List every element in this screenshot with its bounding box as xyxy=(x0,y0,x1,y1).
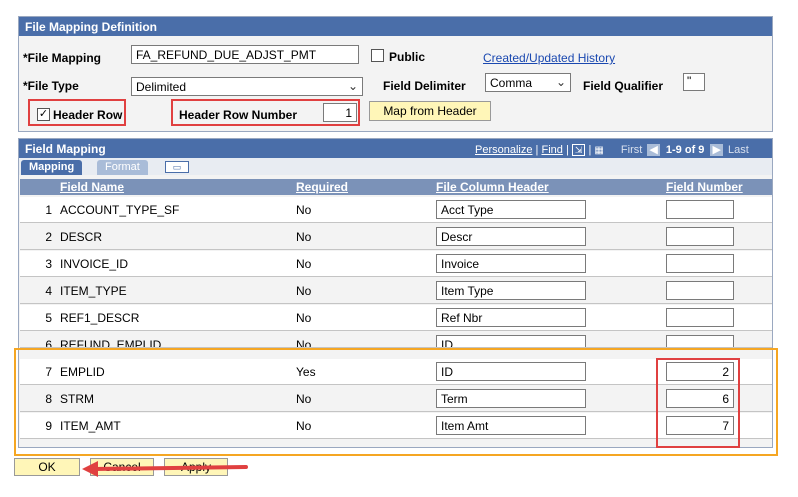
file-type-label: *File Type xyxy=(23,79,79,93)
row-number: 1 xyxy=(45,203,52,217)
file-column-header-input[interactable]: ID xyxy=(436,335,586,347)
field-name: REFUND_EMPLID xyxy=(60,338,162,348)
field-name: ITEM_TYPE xyxy=(60,284,127,298)
table-row: 3 INVOICE_ID No Invoice xyxy=(20,251,772,277)
annotation-header-row-box xyxy=(28,99,126,126)
column-header-field-name[interactable]: Field Name xyxy=(60,180,124,194)
field-number-input[interactable] xyxy=(666,335,734,347)
column-header-required[interactable]: Required xyxy=(296,180,348,194)
grid-toolbar: Personalize | Find | ⇲ | ▦ First ◀ 1-9 o… xyxy=(475,144,749,156)
row-number: 5 xyxy=(45,311,52,325)
table-row: 6 REFUND_EMPLID No ID xyxy=(20,332,772,348)
tab-mapping[interactable]: Mapping xyxy=(21,160,83,175)
personalize-link[interactable]: Personalize xyxy=(475,144,532,156)
tab-bar: Mapping Format ▭ xyxy=(19,158,772,175)
field-number-input[interactable] xyxy=(666,254,734,273)
public-label: Public xyxy=(389,50,426,64)
required-value: No xyxy=(296,203,312,217)
annotation-header-row-number-box xyxy=(171,99,360,126)
required-value: No xyxy=(296,311,312,325)
column-header-row: Field Name Required File Column Header F… xyxy=(20,179,772,195)
annotation-arrow-icon xyxy=(82,461,248,477)
file-column-header-input[interactable]: Item Type xyxy=(436,281,586,300)
file-mapping-definition-title: File Mapping Definition xyxy=(19,17,772,36)
view-all-icon[interactable]: ⇲ xyxy=(571,144,586,156)
public-checkbox[interactable] xyxy=(371,49,384,62)
field-name: ACCOUNT_TYPE_SF xyxy=(60,203,180,217)
required-value: No xyxy=(296,230,312,244)
field-qualifier-input[interactable]: " xyxy=(683,73,705,91)
file-column-header-input[interactable]: Ref Nbr xyxy=(436,308,586,327)
field-delimiter-label: Field Delimiter xyxy=(383,79,466,93)
chevron-down-icon: ⌄ xyxy=(555,75,566,89)
field-name: REF1_DESCR xyxy=(60,311,140,325)
required-value: No xyxy=(296,257,312,271)
column-header-file-column-header[interactable]: File Column Header xyxy=(436,180,549,194)
ok-button[interactable]: OK xyxy=(14,458,80,476)
field-mapping-header: Field Mapping Personalize | Find | ⇲ | ▦… xyxy=(19,139,772,158)
previous-arrow-icon[interactable]: ◀ xyxy=(647,144,660,156)
field-number-input[interactable] xyxy=(666,227,734,246)
required-value: No xyxy=(296,284,312,298)
field-name: DESCR xyxy=(60,230,103,244)
file-column-header-input[interactable]: Acct Type xyxy=(436,200,586,219)
file-mapping-label: *File Mapping xyxy=(23,51,101,65)
row-range-label: 1-9 of 9 xyxy=(665,144,705,156)
column-header-field-number[interactable]: Field Number xyxy=(666,180,743,194)
row-number: 4 xyxy=(45,284,52,298)
show-all-columns-icon[interactable]: ▭ xyxy=(165,161,189,173)
file-column-header-input[interactable]: Invoice xyxy=(436,254,586,273)
table-row: 1 ACCOUNT_TYPE_SF No Acct Type xyxy=(20,197,772,223)
next-arrow-icon[interactable]: ▶ xyxy=(710,144,723,156)
chevron-down-icon: ⌄ xyxy=(347,79,358,93)
row-number: 2 xyxy=(45,230,52,244)
field-number-input[interactable] xyxy=(666,200,734,219)
required-value: No xyxy=(296,338,312,348)
table-row: 2 DESCR No Descr xyxy=(20,224,772,250)
last-label: Last xyxy=(728,144,749,156)
file-mapping-definition-panel: File Mapping Definition *File Mapping FA… xyxy=(18,16,773,132)
find-link[interactable]: Find xyxy=(541,144,562,156)
download-grid-icon[interactable]: ▦ xyxy=(594,145,603,156)
row-number: 6 xyxy=(45,338,52,348)
field-name: INVOICE_ID xyxy=(60,257,129,271)
file-column-header-input[interactable]: Descr xyxy=(436,227,586,246)
map-from-header-button[interactable]: Map from Header xyxy=(369,101,491,121)
field-delimiter-value: Comma xyxy=(490,76,533,90)
row-number: 3 xyxy=(45,257,52,271)
annotation-field-number-box xyxy=(656,358,740,448)
table-row: 4 ITEM_TYPE No Item Type xyxy=(20,278,772,304)
created-updated-history-link[interactable]: Created/Updated History xyxy=(483,51,615,65)
first-label: First xyxy=(620,144,643,156)
tab-format[interactable]: Format xyxy=(97,160,148,175)
field-number-input[interactable] xyxy=(666,308,734,327)
field-delimiter-select[interactable]: Comma ⌄ xyxy=(485,73,571,92)
file-type-value: Delimited xyxy=(136,80,187,94)
field-number-input[interactable] xyxy=(666,281,734,300)
field-mapping-title: Field Mapping xyxy=(25,142,106,156)
file-type-select[interactable]: Delimited ⌄ xyxy=(131,77,363,96)
field-qualifier-label: Field Qualifier xyxy=(583,79,664,93)
file-mapping-input[interactable]: FA_REFUND_DUE_ADJST_PMT xyxy=(131,45,359,64)
table-row: 5 REF1_DESCR No Ref Nbr xyxy=(20,305,772,331)
